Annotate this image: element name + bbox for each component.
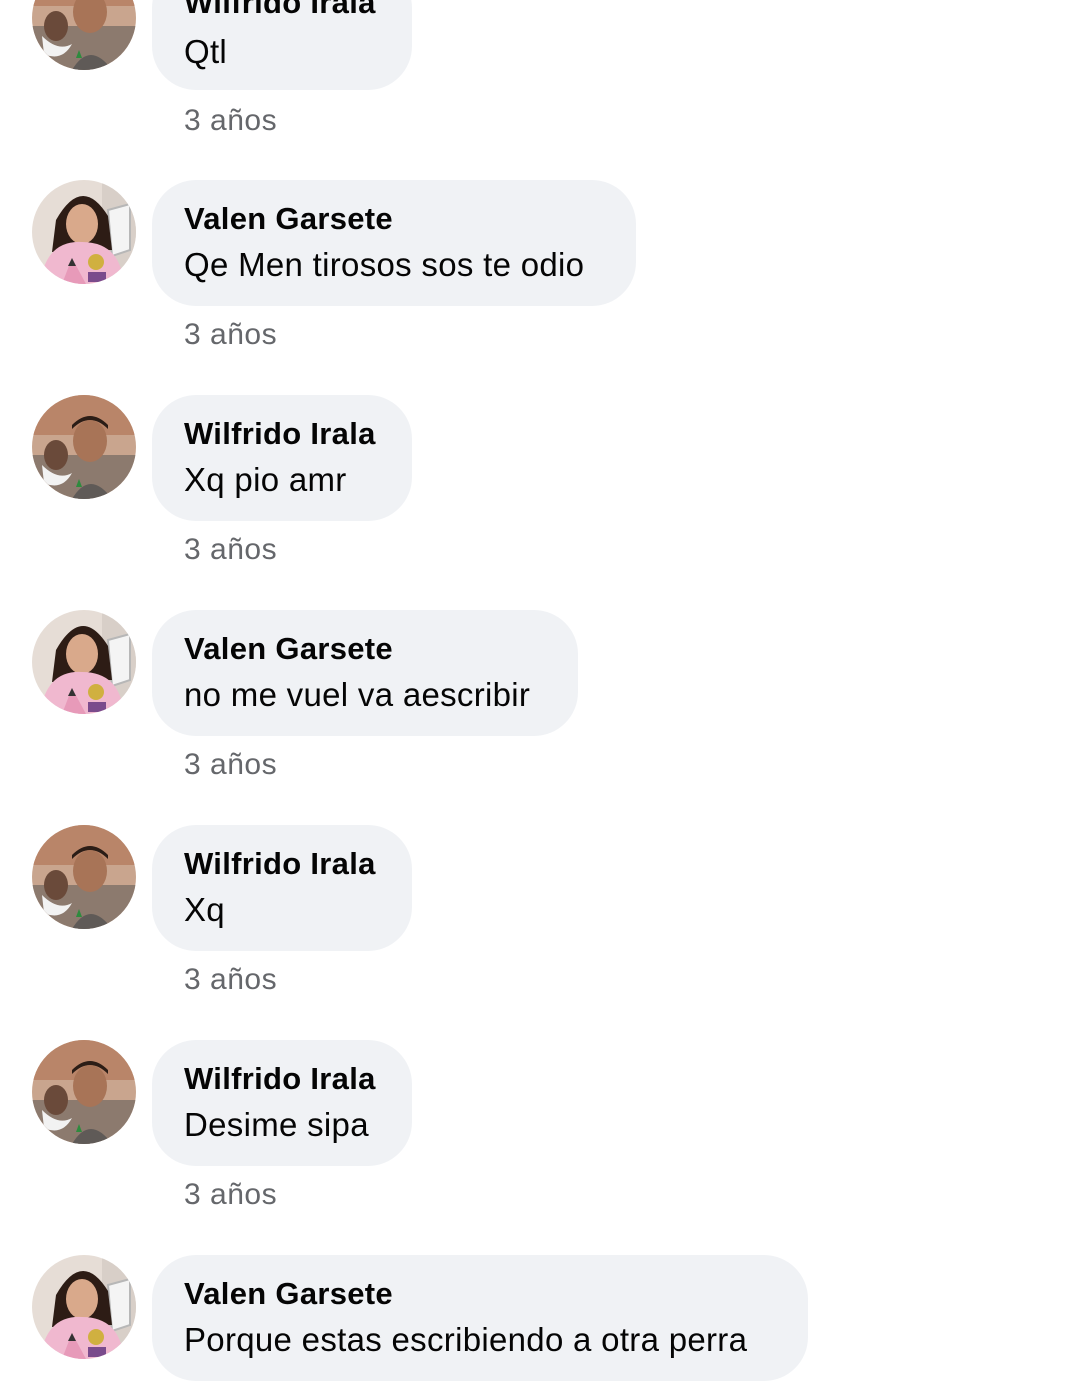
profile-photo-icon bbox=[32, 1255, 136, 1359]
profile-photo-icon bbox=[32, 180, 136, 284]
comment-text: Qe Men tirosos sos te odio bbox=[184, 246, 585, 283]
profile-photo-icon bbox=[32, 395, 136, 499]
comment-timestamp[interactable]: 3 años bbox=[184, 533, 277, 567]
avatar[interactable] bbox=[32, 395, 136, 499]
comment-thread: Wilfrido Irala Qtl 3 años Valen Garsete … bbox=[0, 0, 1080, 1381]
comment-bubble[interactable]: Valen Garsete Porque estas escribiendo a… bbox=[152, 1255, 808, 1381]
comment-text: Xq pio amr bbox=[184, 461, 347, 498]
comment-author[interactable]: Wilfrido Irala bbox=[184, 0, 380, 22]
comment-bubble[interactable]: Wilfrido Irala Xq pio amr bbox=[152, 395, 412, 521]
comment-author[interactable]: Valen Garsete bbox=[184, 630, 546, 668]
comment-bubble[interactable]: Wilfrido Irala Xq bbox=[152, 825, 412, 951]
comment-timestamp[interactable]: 3 años bbox=[184, 963, 277, 997]
profile-photo-icon bbox=[32, 1040, 136, 1144]
profile-photo-icon bbox=[32, 0, 136, 70]
avatar[interactable] bbox=[32, 610, 136, 714]
comment-bubble[interactable]: Wilfrido Irala Desime sipa bbox=[152, 1040, 412, 1166]
comment-author[interactable]: Valen Garsete bbox=[184, 1275, 776, 1313]
avatar[interactable] bbox=[32, 180, 136, 284]
avatar[interactable] bbox=[32, 1040, 136, 1144]
comment-text: Qtl bbox=[184, 33, 228, 70]
comment-bubble[interactable]: Valen Garsete Qe Men tirosos sos te odio bbox=[152, 180, 636, 306]
comment-text: Desime sipa bbox=[184, 1106, 369, 1143]
comment-author[interactable]: Wilfrido Irala bbox=[184, 415, 380, 453]
comment-text: Xq bbox=[184, 891, 225, 928]
profile-photo-icon bbox=[32, 825, 136, 929]
comment-timestamp[interactable]: 3 años bbox=[184, 1178, 277, 1212]
avatar[interactable] bbox=[32, 0, 136, 70]
profile-photo-icon bbox=[32, 610, 136, 714]
comment-bubble[interactable]: Wilfrido Irala Qtl bbox=[152, 0, 412, 90]
comment-text: no me vuel va aescribir bbox=[184, 676, 531, 713]
comment-timestamp[interactable]: 3 años bbox=[184, 748, 277, 782]
comment-bubble[interactable]: Valen Garsete no me vuel va aescribir bbox=[152, 610, 578, 736]
comment-author[interactable]: Wilfrido Irala bbox=[184, 1060, 380, 1098]
comment-timestamp[interactable]: 3 años bbox=[184, 318, 277, 352]
comment-author[interactable]: Wilfrido Irala bbox=[184, 845, 380, 883]
avatar[interactable] bbox=[32, 825, 136, 929]
comment-author[interactable]: Valen Garsete bbox=[184, 200, 604, 238]
comment-text: Porque estas escribiendo a otra perra bbox=[184, 1321, 748, 1358]
comment-timestamp[interactable]: 3 años bbox=[184, 104, 277, 138]
avatar[interactable] bbox=[32, 1255, 136, 1359]
